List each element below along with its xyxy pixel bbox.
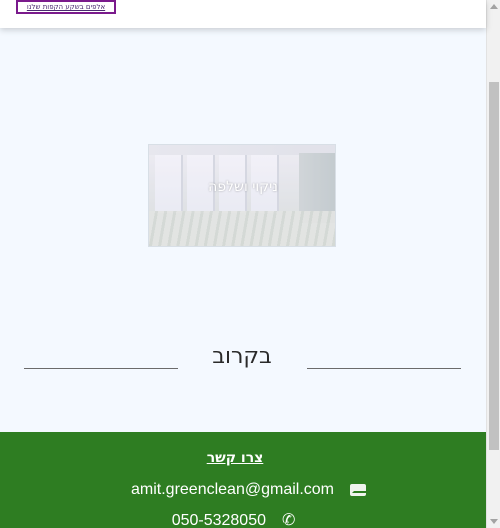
vertical-scrollbar[interactable] [486,0,500,528]
phone-text[interactable]: 050-5328050 [172,512,266,528]
hero-image: ניקוי ושלפה [148,144,336,247]
scroll-down-arrow-icon[interactable] [490,519,498,524]
main-content: ניקוי ושלפה [0,28,486,432]
hero-title: ניקוי ושלפה [208,179,278,195]
divider-right [307,368,461,369]
contact-title[interactable]: צרו קשר [0,450,470,466]
top-header: אלפים בשקע הקפות שלנו [0,0,486,28]
skip-link[interactable]: אלפים בשקע הקפות שלנו [16,0,116,14]
phone-row[interactable]: 050-5328050 ✆ [172,511,300,528]
hero-overlay [149,145,335,246]
email-text[interactable]: amit.greenclean@gmail.com [131,481,334,499]
envelope-icon [350,484,368,496]
divider-left [24,368,178,369]
footer: צרו קשר amit.greenclean@gmail.com 050-53… [0,432,486,528]
email-row[interactable]: amit.greenclean@gmail.com [131,480,368,500]
scrollbar-thumb[interactable] [489,82,499,450]
scroll-up-arrow-icon[interactable] [490,4,498,9]
section-title-soon: בקרוב [212,344,272,369]
phone-icon: ✆ [282,512,296,528]
